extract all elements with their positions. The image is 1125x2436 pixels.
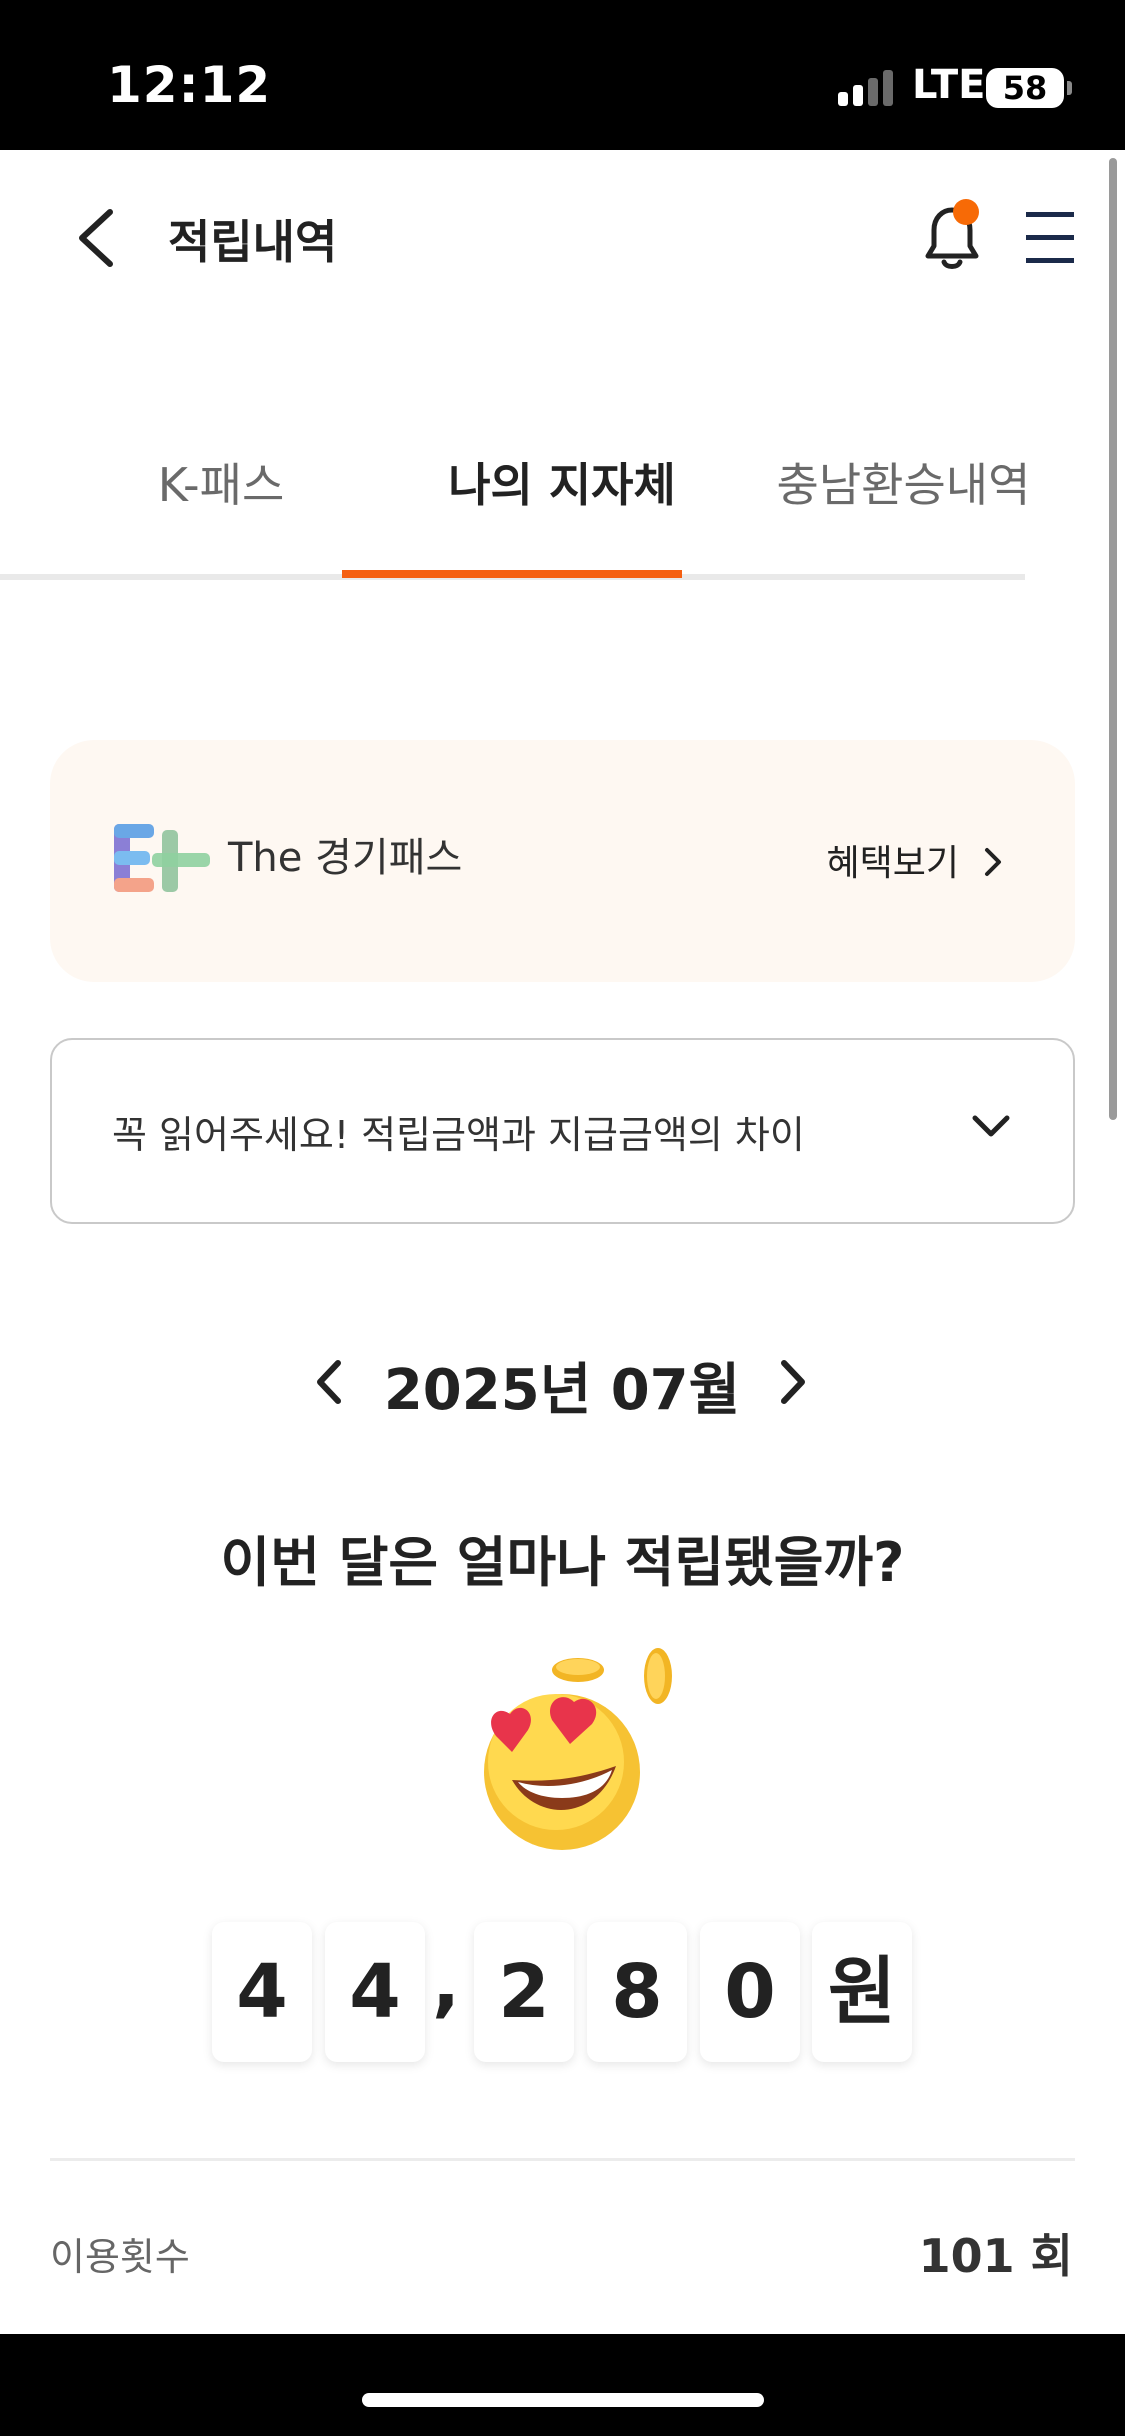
notice-accordion[interactable]: 꼭 읽어주세요! 적립금액과 지급금액의 차이 (50, 1038, 1075, 1224)
signal-strength-icon (838, 70, 898, 106)
app-header: 적립내역 (0, 150, 1125, 320)
bell-icon (925, 199, 979, 269)
chevron-down-icon (972, 1115, 1010, 1137)
notification-button[interactable] (916, 198, 988, 274)
usage-count-value: 101 회 (918, 2229, 1073, 2283)
gyeonggi-pass-banner[interactable]: The 경기패스 혜택보기 (50, 740, 1075, 982)
chevron-left-icon (79, 209, 113, 267)
current-month-label: 2025년 07월 (383, 1358, 741, 1423)
tab-my-local-government[interactable]: 나의 지자체 (392, 435, 732, 535)
amount-digit: 8 (587, 1922, 687, 2062)
chevron-right-icon (985, 848, 1001, 876)
app-screen: 적립내역 K-패스 나의 지자체 충남환승내역 The 경기패스 혜택보기 꼭 … (0, 150, 1125, 2334)
month-navigator: 2025년 07월 (0, 1325, 1125, 1435)
tab-k-pass[interactable]: K-패스 (50, 435, 392, 535)
active-tab-indicator (342, 570, 682, 578)
amount-separator: , (431, 1940, 461, 2026)
next-month-button[interactable] (762, 1349, 822, 1415)
tab-chungnam-transfer[interactable]: 충남환승내역 (732, 435, 1075, 535)
monthly-savings-question: 이번 달은 얼마나 적립됐을까? (220, 1531, 905, 1594)
view-benefits-label: 혜택보기 (826, 843, 959, 884)
page-title: 적립내역 (168, 215, 338, 269)
amount-digit: 4 (212, 1922, 312, 2062)
status-time: 12:12 (107, 56, 272, 114)
menu-button[interactable] (1022, 202, 1078, 272)
notification-dot (953, 199, 979, 225)
hamburger-menu-icon (1026, 212, 1074, 263)
gyeonggi-pass-logo-icon (114, 824, 210, 892)
home-indicator[interactable] (362, 2393, 764, 2407)
amount-digit: 4 (325, 1922, 425, 2062)
savings-amount: 4 4 , 2 8 0 원 (0, 1920, 1125, 2070)
back-button[interactable] (66, 198, 126, 278)
amount-digit: 2 (474, 1922, 574, 2062)
network-type: LTE (912, 62, 986, 108)
gyeonggi-pass-logo-text: The 경기패스 (228, 835, 463, 881)
notice-text: 꼭 읽어주세요! 적립금액과 지급금액의 차이 (112, 1113, 805, 1157)
chevron-left-icon (317, 1360, 341, 1404)
usage-count-label: 이용횟수 (50, 2235, 190, 2279)
view-benefits-link[interactable]: 혜택보기 (827, 834, 999, 886)
previous-month-button[interactable] (300, 1349, 360, 1415)
battery-icon: 58 (986, 68, 1072, 108)
battery-level: 58 (1002, 69, 1048, 107)
amount-digit: 0 (700, 1922, 800, 2062)
home-bar-area (0, 2334, 1125, 2436)
chevron-right-icon (781, 1360, 805, 1404)
tab-bar: K-패스 나의 지자체 충남환승내역 (50, 435, 1075, 545)
section-divider (50, 2158, 1075, 2161)
status-bar: 12:12 LTE 58 (0, 0, 1125, 150)
amount-currency-unit: 원 (812, 1922, 912, 2062)
heart-eyes-emoji-with-coins-icon (484, 1648, 672, 1850)
